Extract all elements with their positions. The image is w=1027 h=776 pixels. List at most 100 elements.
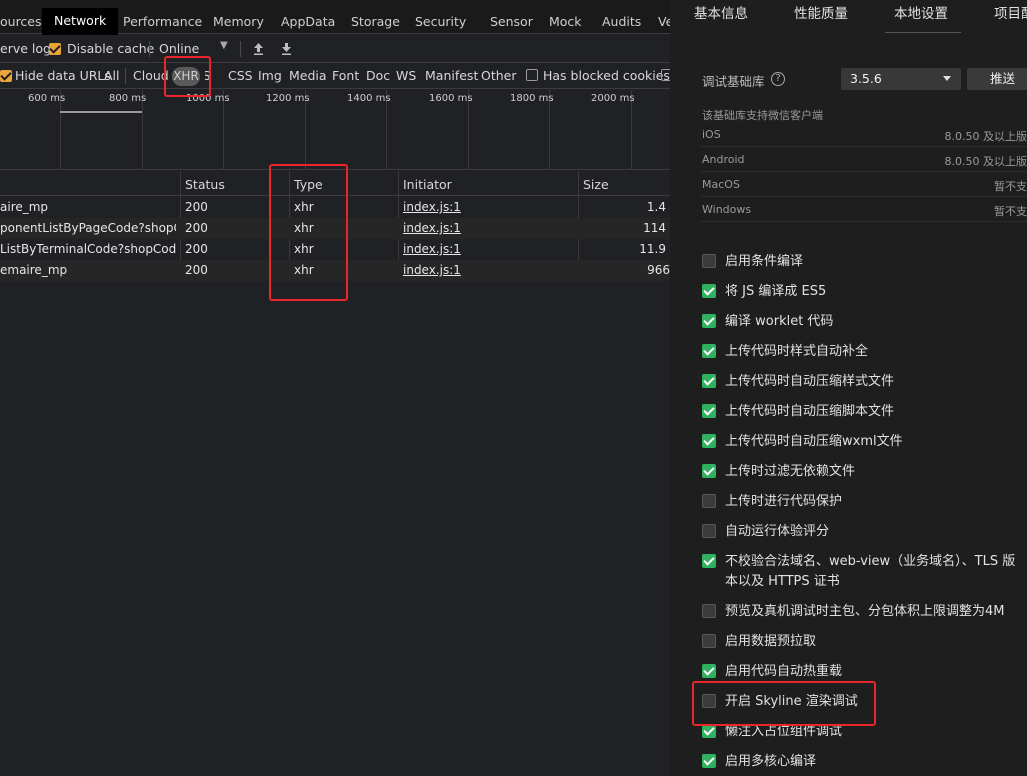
has-blocked-cookies-checkbox[interactable] xyxy=(526,69,538,81)
base-lib-label: 调试基础库 xyxy=(702,74,765,89)
checkbox[interactable] xyxy=(702,724,716,738)
tab-project-config[interactable]: 项目配 xyxy=(994,2,1027,22)
help-icon[interactable]: ? xyxy=(771,72,785,86)
chevron-down-icon[interactable]: ▼ xyxy=(220,40,228,51)
disable-cache-label[interactable]: Disable cache xyxy=(67,41,154,56)
filter-media[interactable]: Media xyxy=(289,68,327,83)
annotation-box-skyline xyxy=(692,681,876,726)
tab-appdata[interactable]: AppData xyxy=(281,9,335,35)
checkbox[interactable] xyxy=(702,554,716,568)
filter-font[interactable]: Font xyxy=(332,68,359,83)
devtools-network-panel: ources Network Performance Memory AppDat… xyxy=(0,0,670,776)
timeline-range-bar xyxy=(60,111,142,113)
tab-mock[interactable]: Mock xyxy=(549,9,582,35)
filter-img[interactable]: Img xyxy=(258,68,282,83)
filter-other[interactable]: Other xyxy=(481,68,517,83)
request-size: 114 xyxy=(643,221,666,235)
option-label: 上传代码时样式自动补全 xyxy=(725,344,869,359)
checkbox[interactable] xyxy=(702,254,716,268)
platform-name: Android xyxy=(702,153,745,166)
checkbox[interactable] xyxy=(702,284,716,298)
option-label-line2: 本以及 HTTPS 证书 xyxy=(725,574,840,589)
support-caption: 该基础库支持微信客户端 xyxy=(702,109,823,122)
checkbox[interactable] xyxy=(702,344,716,358)
timeline-tick: 1600 ms xyxy=(429,93,473,104)
tab-overflow[interactable]: Ve xyxy=(658,9,670,35)
request-status: 200 xyxy=(185,200,208,214)
tab-storage[interactable]: Storage xyxy=(351,9,400,35)
checkbox[interactable] xyxy=(702,524,716,538)
option-label: 预览及真机调试时主包、分包体积上限调整为4M xyxy=(725,604,1005,619)
request-initiator-link[interactable]: index.js:1 xyxy=(403,242,461,256)
platform-row: iOS 8.0.50 及以上版 xyxy=(700,122,1027,147)
column-header-initiator[interactable]: Initiator xyxy=(403,177,452,192)
tab-basic-info[interactable]: 基本信息 xyxy=(694,2,748,22)
push-button[interactable]: 推送 xyxy=(967,68,1027,90)
base-lib-version: 3.5.6 xyxy=(850,71,882,86)
disable-cache-checkbox[interactable] xyxy=(49,43,61,55)
checkbox[interactable] xyxy=(702,434,716,448)
request-name: ponentListByPageCode?shopCo... xyxy=(0,221,176,235)
request-initiator-link[interactable]: index.js:1 xyxy=(403,200,461,214)
filter-css[interactable]: CSS xyxy=(228,68,253,83)
tab-network[interactable]: Network xyxy=(42,8,119,35)
hide-data-urls-checkbox[interactable] xyxy=(0,70,12,82)
network-timeline-overview[interactable]: 600 ms 800 ms 1000 ms 1200 ms 1400 ms 16… xyxy=(0,90,670,170)
download-icon[interactable] xyxy=(280,42,293,56)
tab-performance[interactable]: Performance xyxy=(123,9,202,35)
toolbar-divider xyxy=(125,68,126,84)
option-label: 启用代码自动热重载 xyxy=(725,664,843,679)
checkbox[interactable] xyxy=(702,464,716,478)
toolbar-divider xyxy=(240,41,241,57)
blocked-requests-checkbox[interactable] xyxy=(661,69,670,81)
checkbox[interactable] xyxy=(702,494,716,508)
throttle-select[interactable]: Online xyxy=(159,41,199,56)
tab-local-settings[interactable]: 本地设置 xyxy=(894,2,948,22)
checkbox[interactable] xyxy=(702,374,716,388)
tab-security[interactable]: Security xyxy=(415,9,466,35)
preserve-log-label[interactable]: erve log xyxy=(0,41,51,56)
tab-audits[interactable]: Audits xyxy=(602,9,641,35)
tab-sources[interactable]: ources xyxy=(0,9,42,35)
filter-ws[interactable]: WS xyxy=(396,68,416,83)
checkbox[interactable] xyxy=(702,314,716,328)
request-initiator-link[interactable]: index.js:1 xyxy=(403,221,461,235)
request-name: aire_mp xyxy=(0,200,49,214)
upload-icon[interactable] xyxy=(252,42,265,56)
timeline-tick: 1200 ms xyxy=(266,93,310,104)
tab-sensor[interactable]: Sensor xyxy=(490,9,533,35)
request-name: emaire_mp xyxy=(0,263,68,277)
toolbar-divider xyxy=(149,41,150,57)
checkbox[interactable] xyxy=(702,604,716,618)
option-label: 上传代码时自动压缩脚本文件 xyxy=(725,404,895,419)
filter-doc[interactable]: Doc xyxy=(366,68,390,83)
option-label: 上传时过滤无依赖文件 xyxy=(725,464,856,479)
checkbox[interactable] xyxy=(702,754,716,768)
tab-memory[interactable]: Memory xyxy=(213,9,264,35)
platform-row: Windows 暂不支 xyxy=(700,197,1027,222)
has-blocked-cookies-label[interactable]: Has blocked cookies xyxy=(543,68,670,83)
request-initiator-link[interactable]: index.js:1 xyxy=(403,263,461,277)
option-label: 上传时进行代码保护 xyxy=(725,494,843,509)
tab-performance-quality[interactable]: 性能质量 xyxy=(794,2,848,22)
active-tab-indicator xyxy=(885,32,961,33)
checkbox[interactable] xyxy=(702,634,716,648)
column-header-size[interactable]: Size xyxy=(583,177,609,192)
hide-data-urls-label[interactable]: Hide data URLs xyxy=(15,68,111,83)
filter-manifest[interactable]: Manifest xyxy=(425,68,478,83)
base-lib-select[interactable]: 3.5.6 xyxy=(841,68,961,90)
annotation-box-xhr xyxy=(164,56,211,97)
checkbox[interactable] xyxy=(702,664,716,678)
option-label: 将 JS 编译成 ES5 xyxy=(725,284,827,299)
platform-row: Android 8.0.50 及以上版 xyxy=(700,147,1027,172)
checkbox[interactable] xyxy=(702,404,716,418)
column-header-status[interactable]: Status xyxy=(185,177,225,192)
option-label: 启用多核心编译 xyxy=(725,754,817,769)
network-toolbar: erve log Disable cache Online ▼ xyxy=(0,35,670,63)
chevron-down-icon xyxy=(943,76,951,81)
filter-bar: Hide data URLs All Cloud XHR JS CSS Img … xyxy=(0,63,670,89)
filter-all[interactable]: All xyxy=(104,68,120,83)
settings-panel: 基本信息 性能质量 本地设置 项目配 调试基础库 ? 3.5.6 推送 该基础库… xyxy=(670,0,1027,776)
option-label: 启用数据预拉取 xyxy=(725,634,817,649)
platform-row: MacOS 暂不支 xyxy=(700,172,1027,197)
